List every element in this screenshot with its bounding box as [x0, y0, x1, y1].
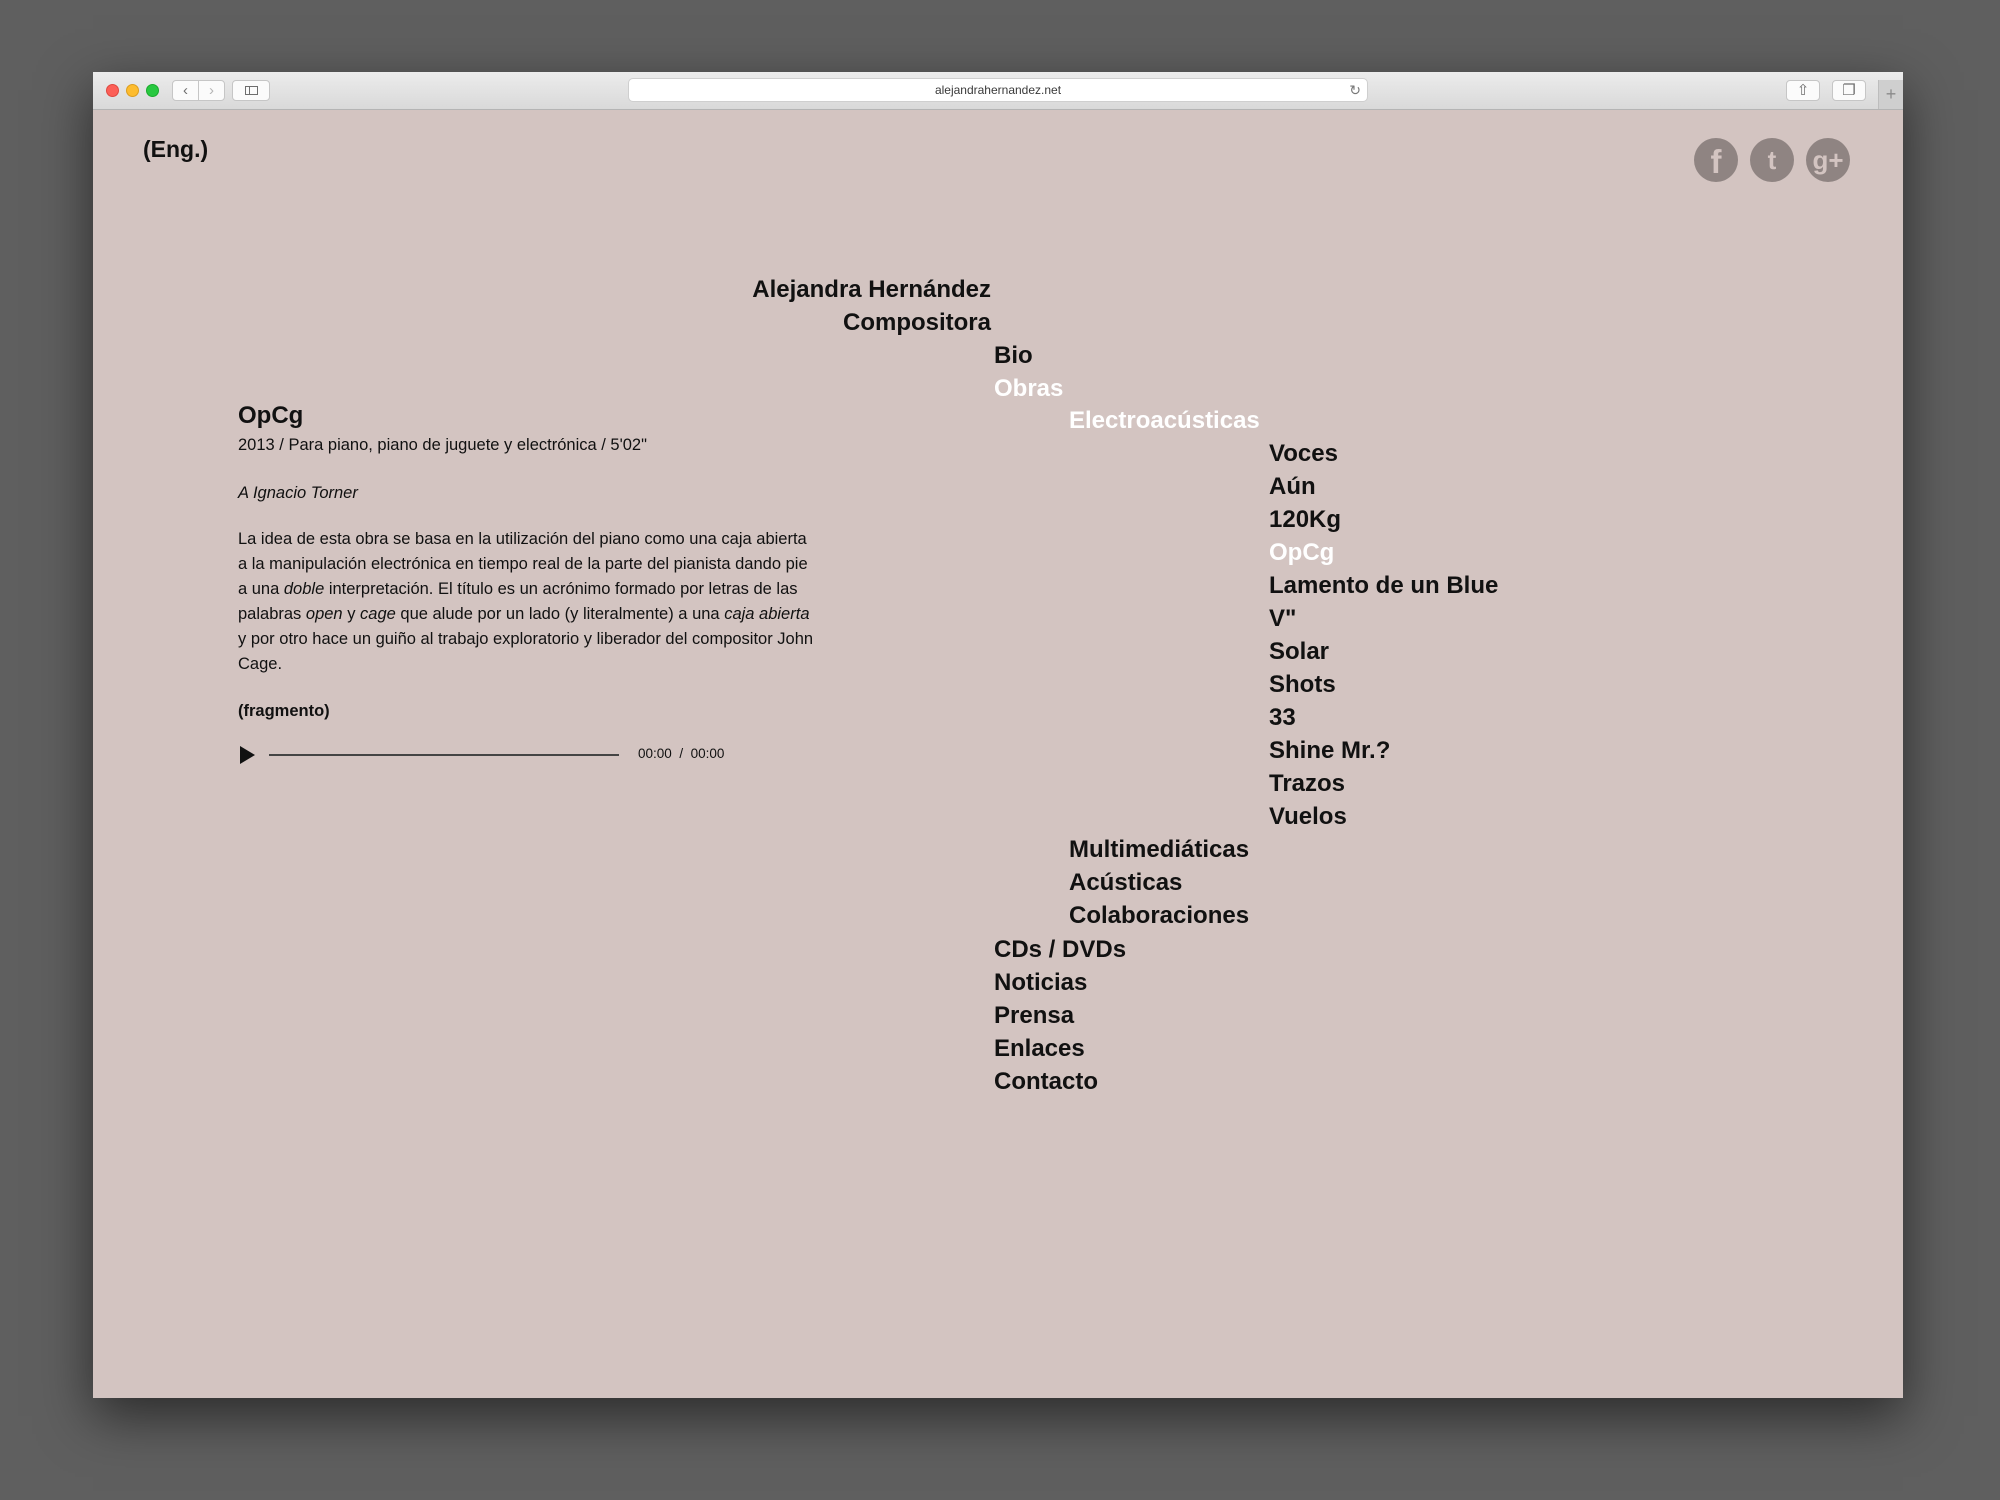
- current-time: 00:00: [638, 746, 672, 761]
- work-description: La idea de esta obra se basa en la utili…: [238, 530, 814, 673]
- new-tab-button[interactable]: +: [1878, 80, 1903, 109]
- chevron-right-icon: ›: [209, 82, 214, 99]
- menu-item-enlaces[interactable]: Enlaces: [994, 1035, 1085, 1063]
- google-plus-icon[interactable]: g+: [1806, 138, 1850, 182]
- work-detail: OpCg 2013 / Para piano, piano de juguete…: [238, 402, 818, 767]
- plus-icon: +: [1885, 84, 1897, 104]
- menu-item-electroacusticas[interactable]: Electroacústicas: [1069, 407, 1260, 435]
- menu-item-work[interactable]: Trazos: [1269, 770, 1345, 798]
- menu-item-work[interactable]: Shine Mr.?: [1269, 737, 1390, 765]
- menu-item-prensa[interactable]: Prensa: [994, 1002, 1074, 1030]
- site-subtitle: Compositora: [842, 309, 991, 336]
- menu-item-colaboraciones[interactable]: Colaboraciones: [1069, 902, 1249, 930]
- menu-item-work[interactable]: 33: [1269, 704, 1296, 732]
- menu-item-work[interactable]: 120Kg: [1269, 506, 1341, 534]
- menu-item-contacto[interactable]: Contacto: [994, 1068, 1098, 1096]
- sidebar-toggle-button[interactable]: [232, 80, 270, 101]
- menu-item-noticias[interactable]: Noticias: [994, 969, 1087, 997]
- address-bar[interactable]: alejandrahernandez.net ↻: [628, 78, 1368, 102]
- close-window-button[interactable]: [106, 84, 119, 97]
- chevron-left-icon: ‹: [183, 82, 188, 99]
- zoom-window-button[interactable]: [146, 84, 159, 97]
- work-meta: 2013 / Para piano, piano de juguete y el…: [238, 436, 647, 454]
- time-display: 00:00 / 00:00: [638, 746, 725, 761]
- url-text: alejandrahernandez.net: [934, 83, 1062, 97]
- menu-item-bio[interactable]: Bio: [994, 342, 1033, 370]
- site-title[interactable]: Alejandra Hernández: [752, 276, 991, 304]
- play-icon[interactable]: [240, 746, 255, 764]
- menu-item-work[interactable]: Solar: [1269, 638, 1329, 666]
- back-button[interactable]: ‹: [172, 80, 199, 101]
- browser-toolbar: ‹ › alejandrahernandez.net ↻ ⇧ ❐ +: [93, 72, 1903, 110]
- reload-icon[interactable]: ↻: [1349, 79, 1361, 101]
- share-button[interactable]: ⇧: [1786, 80, 1820, 101]
- menu-item-work[interactable]: Aún: [1269, 473, 1316, 501]
- language-toggle-link[interactable]: (Eng.): [143, 136, 208, 163]
- menu-item-work[interactable]: Vuelos: [1269, 803, 1347, 831]
- work-dedication: A Ignacio Torner: [238, 484, 358, 502]
- menu-item-work[interactable]: V": [1269, 605, 1296, 633]
- share-icon: ⇧: [1796, 82, 1810, 99]
- forward-button[interactable]: ›: [198, 80, 225, 101]
- fragment-label: (fragmento): [238, 702, 330, 720]
- menu-item-work[interactable]: Lamento de un Blue: [1269, 572, 1498, 600]
- menu-item-obras[interactable]: Obras: [994, 375, 1063, 403]
- seek-bar[interactable]: [269, 754, 619, 756]
- work-title: OpCg: [238, 402, 304, 429]
- menu-item-work-active[interactable]: OpCg: [1269, 539, 1334, 567]
- menu-item-work[interactable]: Shots: [1269, 671, 1336, 699]
- sidebar-icon: [244, 86, 258, 95]
- browser-window: ‹ › alejandrahernandez.net ↻ ⇧ ❐ + (Eng.…: [93, 72, 1903, 1398]
- tabs-icon: ❐: [1842, 82, 1856, 99]
- page-content: (Eng.) f t g+ Alejandra Hernández Compos…: [93, 110, 1903, 1398]
- audio-player: 00:00 / 00:00: [238, 743, 818, 767]
- menu-item-work[interactable]: Voces: [1269, 440, 1338, 468]
- duration: 00:00: [690, 746, 725, 761]
- menu-item-acusticas[interactable]: Acústicas: [1069, 869, 1182, 897]
- menu-item-multimediaticas[interactable]: Multimediáticas: [1069, 836, 1249, 864]
- menu-item-cds-dvds[interactable]: CDs / DVDs: [994, 936, 1126, 964]
- facebook-icon[interactable]: f: [1694, 138, 1738, 182]
- twitter-icon[interactable]: t: [1750, 138, 1794, 182]
- minimize-window-button[interactable]: [126, 84, 139, 97]
- show-tabs-button[interactable]: ❐: [1832, 80, 1866, 101]
